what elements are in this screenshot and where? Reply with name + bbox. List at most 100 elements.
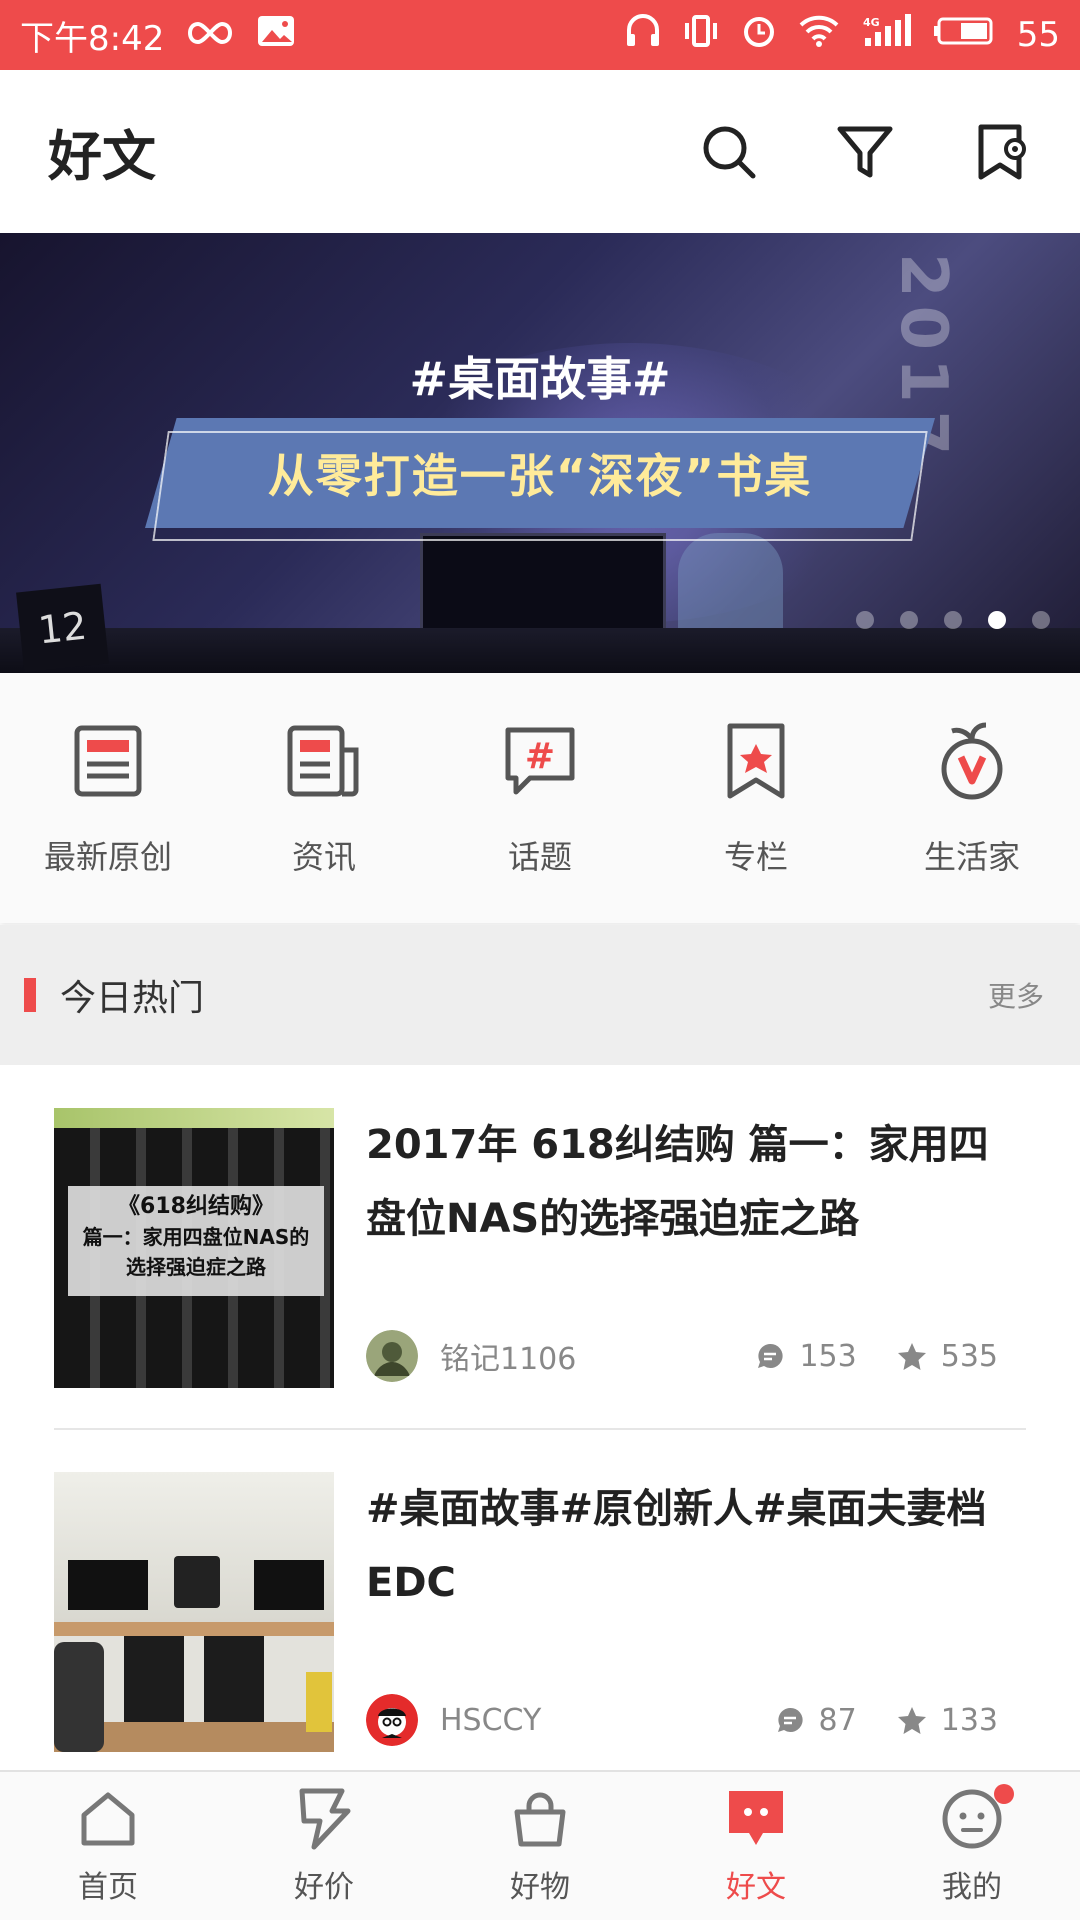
category-label: 专栏 <box>723 838 788 876</box>
bookmark-star-icon <box>716 718 796 804</box>
comment-count-value: 87 <box>818 1702 857 1738</box>
bookmark-settings-button[interactable] <box>970 121 1032 183</box>
tab-me[interactable]: 我的 <box>882 1784 1062 1906</box>
top-actions <box>698 121 1032 183</box>
tab-label: 好价 <box>294 1870 354 1905</box>
favorite-count: 535 <box>897 1339 998 1374</box>
svg-text:4G: 4G <box>863 16 880 29</box>
tab-goods[interactable]: 好物 <box>450 1786 630 1906</box>
filter-icon <box>837 126 893 177</box>
orange-v-icon <box>932 718 1012 804</box>
hero-banner[interactable]: 2017 12 20 #桌面故事# 从零打造一张“深夜”书桌 <box>0 233 1080 673</box>
thumb-cabinet <box>124 1636 184 1726</box>
thumb-monitor <box>254 1560 324 1610</box>
article-meta: 铭记1106 153 535 <box>366 1330 998 1382</box>
author-name[interactable]: HSCCY <box>440 1703 735 1738</box>
article-card[interactable]: #桌面故事#原创新人#桌面夫妻档EDC HSCCY 87 133 <box>54 1472 1026 1752</box>
thumb-caption-line: 选择强迫症之路 <box>126 1255 266 1279</box>
tab-articles[interactable]: 好文 <box>666 1786 846 1906</box>
category-lifestyle[interactable]: 生活家 <box>872 718 1072 878</box>
article-title[interactable]: 2017年 618纠结购 篇一：家用四盘位NAS的选择强迫症之路 <box>366 1108 1026 1256</box>
comment-icon <box>758 1343 784 1368</box>
avatar[interactable] <box>366 1330 418 1382</box>
category-label: 话题 <box>507 838 572 876</box>
search-icon <box>703 126 756 178</box>
signal-4g-icon: 4G <box>861 13 911 57</box>
tab-label: 首页 <box>78 1870 138 1905</box>
carousel-dot[interactable] <box>900 611 918 629</box>
section-title: 今日热门 <box>60 978 205 1019</box>
carousel-dot[interactable] <box>1032 611 1050 629</box>
filter-button[interactable] <box>834 121 896 183</box>
star-icon <box>897 1343 926 1370</box>
article-body: 2017年 618纠结购 篇一：家用四盘位NAS的选择强迫症之路 铭记1106 … <box>366 1108 1026 1388</box>
thumb-caption: 《618纠结购》 篇一：家用四盘位NAS的 选择强迫症之路 <box>68 1186 324 1296</box>
carousel-dot[interactable] <box>856 611 874 629</box>
thumb-desk <box>54 1622 334 1636</box>
image-notification-icon <box>256 14 296 57</box>
wifi-icon <box>799 15 839 56</box>
news-doc-icon <box>284 718 364 804</box>
article-thumbnail <box>54 1472 334 1752</box>
tab-deals[interactable]: 好价 <box>234 1786 414 1906</box>
star-icon <box>897 1707 926 1734</box>
lightning-tag-icon <box>291 1786 357 1852</box>
category-column[interactable]: 专栏 <box>656 718 856 878</box>
tab-label: 我的 <box>942 1870 1002 1905</box>
avatar[interactable] <box>366 1694 418 1746</box>
thumb-yellow-chair <box>306 1672 332 1732</box>
section-title-group: 今日热门 <box>24 969 204 1021</box>
article-card[interactable]: 《618纠结购》 篇一：家用四盘位NAS的 选择强迫症之路 2017年 618纠… <box>54 1108 1026 1388</box>
tab-home[interactable]: 首页 <box>18 1786 198 1906</box>
carousel-dot[interactable] <box>988 611 1006 629</box>
status-time: 下午8:42 <box>20 18 165 59</box>
category-row: 最新原创 资讯 # 话题 专栏 生活家 <box>0 673 1080 923</box>
carousel-dot[interactable] <box>944 611 962 629</box>
article-body: #桌面故事#原创新人#桌面夫妻档EDC HSCCY 87 133 <box>366 1472 1026 1752</box>
vibrate-icon <box>683 13 719 58</box>
thumb-chair <box>54 1642 104 1752</box>
bottom-tab-bar: 首页 好价 好物 好文 我的 <box>0 1770 1080 1920</box>
banner-headline: 从零打造一张“深夜”书桌 <box>267 449 813 503</box>
article-divider <box>54 1428 1026 1430</box>
favorite-count-value: 133 <box>940 1702 998 1738</box>
favorite-count-value: 535 <box>940 1338 998 1374</box>
category-news[interactable]: 资讯 <box>224 718 424 878</box>
search-button[interactable] <box>698 121 760 183</box>
comment-count: 87 <box>775 1703 857 1738</box>
article-meta: HSCCY 87 133 <box>366 1694 998 1746</box>
more-link[interactable]: 更多 <box>988 975 1044 1015</box>
section-accent-bar <box>24 978 36 1012</box>
status-left: 下午8:42 <box>20 11 296 60</box>
alarm-icon <box>741 13 777 58</box>
bookmark-gear-icon <box>978 124 1026 179</box>
category-latest-original[interactable]: 最新原创 <box>8 718 208 878</box>
notification-badge <box>994 1784 1014 1804</box>
comment-icon <box>777 1707 803 1732</box>
thumb-monitor <box>68 1560 148 1610</box>
article-title[interactable]: #桌面故事#原创新人#桌面夫妻档EDC <box>366 1472 1026 1620</box>
banner-monitor <box>420 533 666 635</box>
author-name[interactable]: 铭记1106 <box>440 1334 715 1378</box>
category-label: 生活家 <box>923 838 1020 876</box>
favorite-count: 133 <box>897 1703 998 1738</box>
thumb-cabinet <box>204 1636 264 1726</box>
battery-level: 55 <box>1016 15 1060 55</box>
svg-text:#: # <box>525 736 555 777</box>
banner-hashtag: #桌面故事# <box>409 352 671 406</box>
category-topics[interactable]: # 话题 <box>440 718 640 878</box>
home-icon <box>75 1786 141 1852</box>
status-bar: 下午8:42 4G 55 <box>0 0 1080 70</box>
page-title: 好文 <box>48 125 156 188</box>
headphones-icon <box>625 13 661 57</box>
thumb-monitor <box>174 1556 220 1608</box>
articles-bubble-icon <box>723 1786 789 1852</box>
article-thumbnail: 《618纠结购》 篇一：家用四盘位NAS的 选择强迫症之路 <box>54 1108 334 1388</box>
banner-clock: 12 20 <box>16 583 109 673</box>
category-label: 资讯 <box>291 838 356 876</box>
thumb-caption-line: 篇一：家用四盘位NAS的 <box>82 1225 310 1249</box>
thumb-caption-title: 《618纠结购》 <box>118 1194 274 1219</box>
top-bar: 好文 <box>0 70 1080 233</box>
tab-label: 好文 <box>726 1870 786 1905</box>
battery-icon <box>933 15 995 55</box>
